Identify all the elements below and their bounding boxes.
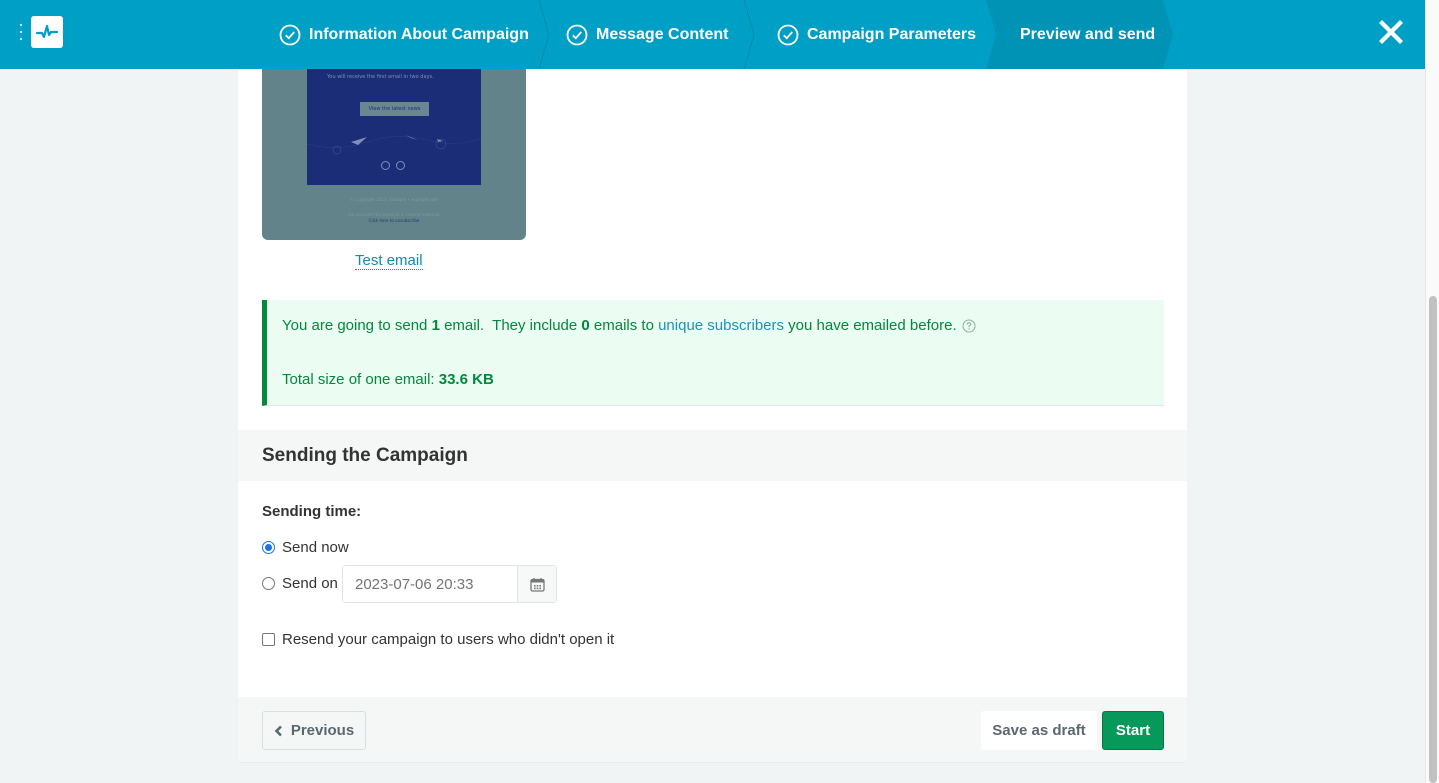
send-on-option[interactable]: Send on <box>262 575 338 592</box>
check-circle-icon <box>566 24 588 45</box>
step-preview-and-send[interactable]: Preview and send <box>986 0 1173 69</box>
email-preview-thumbnail[interactable]: You will receive the first email in two … <box>262 40 526 240</box>
previous-label: Previous <box>290 722 355 739</box>
step-campaign-parameters[interactable]: Campaign Parameters <box>748 0 990 69</box>
previous-button[interactable]: Previous <box>262 711 366 750</box>
calendar-button[interactable] <box>517 566 556 602</box>
chevron-left-icon <box>274 725 282 736</box>
step-separator <box>539 0 550 69</box>
youtube-icon <box>381 161 390 170</box>
facebook-icon <box>396 161 405 170</box>
email-count: 1 <box>431 317 440 334</box>
start-button[interactable]: Start <box>1102 711 1164 750</box>
send-on-label: Send on <box>282 575 338 592</box>
notice-text: you have emailed before. <box>784 317 957 334</box>
sending-time-label: Sending time: <box>262 503 362 520</box>
send-date-picker <box>342 565 557 603</box>
email-size-value: 33.6 KB <box>438 371 494 388</box>
menu-dots-icon[interactable] <box>19 24 23 40</box>
calendar-icon <box>529 577 545 592</box>
resend-checkbox[interactable] <box>262 633 275 646</box>
email-size-line: Total size of one email: 33.6 KB <box>282 371 494 388</box>
sending-section-header: Sending the Campaign <box>238 430 1187 481</box>
preview-cta-button: View the latest news <box>360 102 429 116</box>
resend-option[interactable]: Resend your campaign to users who didn't… <box>262 631 614 648</box>
wizard-header: Information About Campaign Message Conte… <box>0 0 1425 69</box>
pulse-icon <box>36 24 58 39</box>
email-size-label: Total size of one email: <box>282 371 439 388</box>
page-scrollbar[interactable] <box>1425 0 1439 783</box>
notice-text: emails to <box>589 317 659 334</box>
check-circle-icon <box>279 24 301 45</box>
step-label: Preview and send <box>1020 25 1156 43</box>
step-label: Information About Campaign <box>309 25 529 43</box>
send-summary-line: You are going to send 1 email. They incl… <box>282 317 976 334</box>
check-circle-icon <box>777 24 799 45</box>
step-label: Campaign Parameters <box>807 25 976 43</box>
preview-footer-copyright: © Copyright 2023, example • example.com <box>350 197 438 202</box>
preview-footer-note: You received this email as a client of e… <box>347 212 441 217</box>
notice-text: You are going to send <box>282 317 432 334</box>
send-on-radio[interactable] <box>262 577 275 590</box>
send-now-label: Send now <box>282 539 349 556</box>
send-date-input[interactable] <box>343 566 517 602</box>
preview-text-line: You will receive the first email in two … <box>327 74 434 80</box>
app-logo[interactable] <box>31 16 63 48</box>
notice-text: email. They include <box>439 317 582 334</box>
send-now-radio[interactable] <box>262 541 275 554</box>
send-now-option[interactable]: Send now <box>262 539 349 556</box>
paper-planes-illustration <box>307 135 481 155</box>
step-separator <box>744 0 755 69</box>
wizard-footer: Previous Save as draft Start <box>238 697 1187 762</box>
preview-footer-unsubscribe: Click here to unsubscribe <box>368 218 420 223</box>
scrollbar-thumb[interactable] <box>1429 296 1437 783</box>
close-icon[interactable] <box>1377 18 1405 46</box>
test-email-link[interactable]: Test email <box>355 252 423 270</box>
help-icon[interactable] <box>962 318 976 333</box>
unique-email-count: 0 <box>581 317 590 334</box>
unique-subscribers-link[interactable]: unique subscribers <box>658 317 784 334</box>
wizard-steps: Information About Campaign Message Conte… <box>248 0 1173 69</box>
step-message-content[interactable]: Message Content <box>543 0 755 69</box>
step-information-about-campaign[interactable]: Information About Campaign <box>248 0 550 69</box>
step-label: Message Content <box>596 25 729 43</box>
preview-card: You will receive the first email in two … <box>238 0 1187 762</box>
section-title: Sending the Campaign <box>262 445 468 466</box>
send-summary-notice: You are going to send 1 email. They incl… <box>262 300 1164 406</box>
resend-label: Resend your campaign to users who didn't… <box>282 631 615 648</box>
save-draft-button[interactable]: Save as draft <box>981 711 1097 750</box>
